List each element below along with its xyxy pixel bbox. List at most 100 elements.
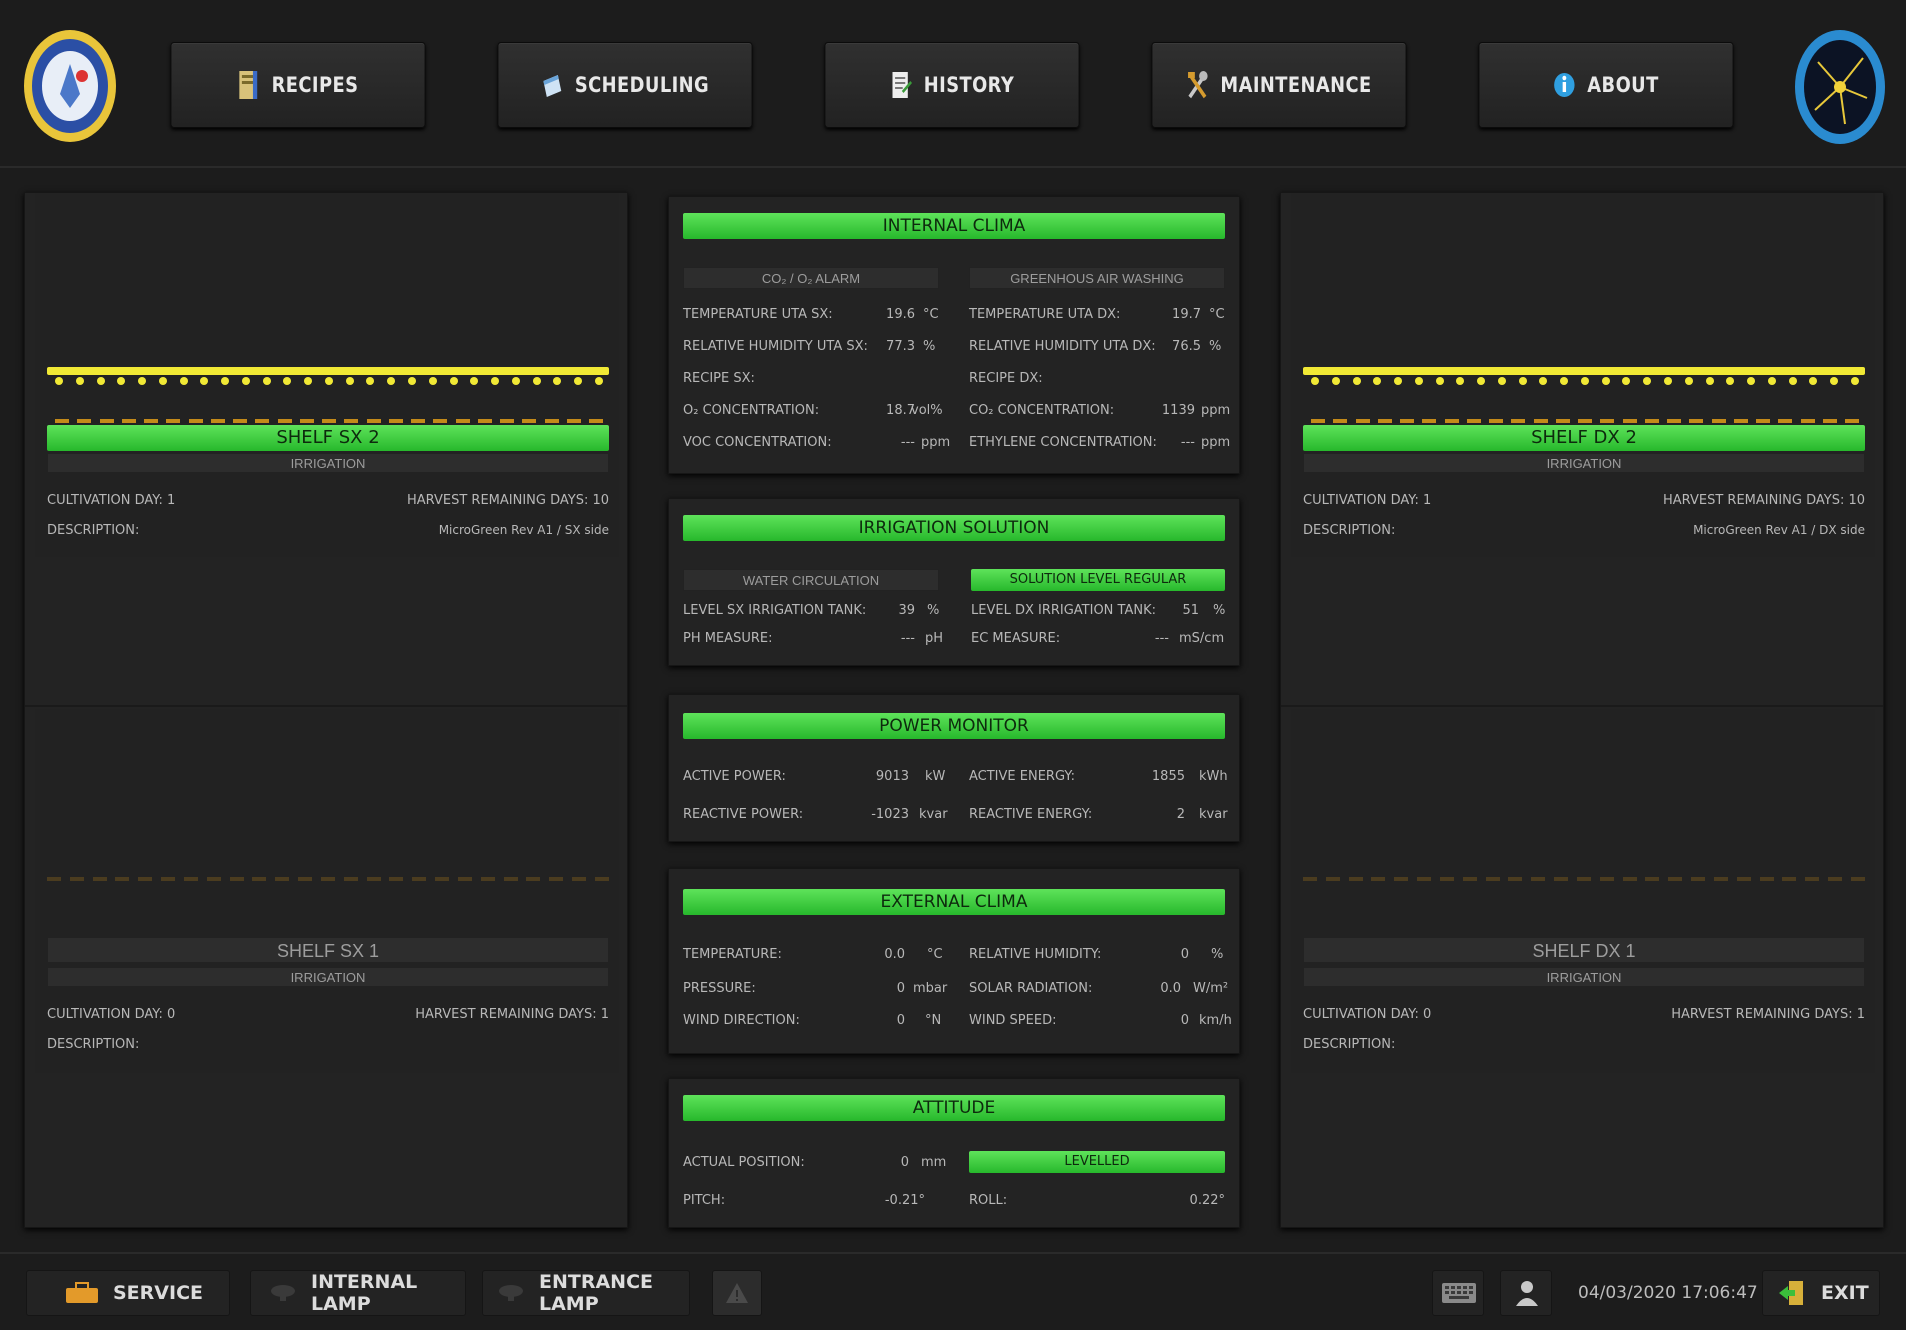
nav-maintenance-button[interactable]: MAINTENANCE	[1151, 42, 1407, 128]
ic-left-value-1: 77.3	[886, 339, 915, 354]
ic-right-label-0: TEMPERATURE UTA DX:	[969, 307, 1121, 322]
pm-left-value-0: 9013	[875, 769, 909, 784]
is-right-unit-1: mS/cm	[1179, 631, 1225, 646]
ec-right-unit-0: %	[1211, 947, 1224, 962]
pm-left-label-1: REACTIVE POWER:	[683, 807, 804, 822]
ic-right-unit-1: %	[1209, 339, 1222, 354]
nav-recipes-button[interactable]: RECIPES	[170, 42, 426, 128]
is-right-value-1: ---	[1154, 631, 1169, 646]
ec-right-unit-1: W/m²	[1193, 981, 1229, 996]
entrance-lamp-button[interactable]: ENTRANCE LAMP	[482, 1270, 690, 1316]
irrigation-solution-panel: IRRIGATION SOLUTION WATER CIRCULATION SO…	[668, 498, 1240, 666]
shelf-sx2-description-label: DESCRIPTION:	[47, 523, 140, 538]
warning-button[interactable]	[712, 1270, 762, 1316]
shelf-dx1-description-label: DESCRIPTION:	[1303, 1037, 1396, 1052]
shelf-dx2-irrigation-bar[interactable]: IRRIGATION	[1303, 453, 1865, 473]
warning-icon	[725, 1281, 749, 1305]
ic-right-label-1: RELATIVE HUMIDITY UTA DX:	[969, 339, 1156, 354]
power-monitor-panel: POWER MONITOR ACTIVE POWER: 9013 kW REAC…	[668, 694, 1240, 842]
ec-left-value-1: 0	[896, 981, 905, 996]
nav-history-label: HISTORY	[923, 73, 1015, 97]
right-shelves-panel: SHELF DX 2 IRRIGATION CULTIVATION DAY: 1…	[1280, 192, 1884, 1228]
ic-right-unit-3: ppm	[1201, 403, 1231, 418]
ic-left-unit-4: ppm	[921, 435, 951, 450]
shelf-sx2-section: SHELF SX 2 IRRIGATION CULTIVATION DAY: 1…	[35, 193, 619, 557]
left-panel-mid-divider	[25, 705, 627, 707]
plant-tray-row	[47, 877, 609, 881]
ec-left-value-0: 0.0	[884, 947, 905, 962]
shelf-sx2-irrigation-bar[interactable]: IRRIGATION	[47, 453, 609, 473]
recipe-book-icon	[238, 69, 260, 101]
shelf-dx1-section: SHELF DX 1 IRRIGATION CULTIVATION DAY: 0…	[1291, 709, 1875, 1073]
water-circulation-indicator: WATER CIRCULATION	[683, 569, 939, 591]
shelf-sx2-title-bar[interactable]: SHELF SX 2	[47, 425, 609, 451]
roll-value: 0.22°	[1189, 1193, 1225, 1208]
ec-right-label-0: RELATIVE HUMIDITY:	[969, 947, 1102, 962]
shelf-sx2-harvest-days: HARVEST REMAINING DAYS: 10	[406, 493, 609, 508]
ic-right-unit-4: ppm	[1201, 435, 1231, 450]
left-logo-seal	[22, 28, 118, 144]
shelf-dx1-title-bar[interactable]: SHELF DX 1	[1303, 937, 1865, 963]
greenhouse-air-washing-indicator: GREENHOUS AIR WASHING	[969, 267, 1225, 289]
lamp-icon	[269, 1283, 297, 1303]
keyboard-icon	[1441, 1280, 1477, 1306]
tools-icon	[1186, 69, 1208, 101]
ec-left-unit-2: °N	[925, 1013, 942, 1028]
service-button[interactable]: SERVICE	[26, 1270, 230, 1316]
right-logo-seal	[1793, 28, 1887, 146]
shelf-dx2-harvest-days: HARVEST REMAINING DAYS: 10	[1662, 493, 1865, 508]
ec-left-label-2: WIND DIRECTION:	[683, 1013, 800, 1028]
nav-scheduling-label: SCHEDULING	[574, 73, 710, 97]
pm-right-value-1: 2	[1176, 807, 1185, 822]
internal-lamp-button[interactable]: INTERNAL LAMP	[250, 1270, 466, 1316]
plant-tray-row	[55, 419, 603, 423]
shelf-dx2-title-bar[interactable]: SHELF DX 2	[1303, 425, 1865, 451]
shelf-sx1-harvest-days: HARVEST REMAINING DAYS: 1	[415, 1007, 609, 1022]
external-clima-title: EXTERNAL CLIMA	[683, 889, 1225, 915]
internal-clima-panel: INTERNAL CLIMA CO₂ / O₂ ALARM GREENHOUS …	[668, 196, 1240, 474]
shelf-dx1-irrigation-bar[interactable]: IRRIGATION	[1303, 967, 1865, 987]
ec-right-value-1: 0.0	[1160, 981, 1181, 996]
exit-button[interactable]: EXIT	[1762, 1270, 1880, 1316]
pm-right-unit-1: kvar	[1199, 807, 1228, 822]
shelf-dx2-cultivation-day: CULTIVATION DAY: 1	[1303, 493, 1432, 508]
nav-history-button[interactable]: HISTORY	[824, 42, 1080, 128]
ec-right-value-0: 0	[1180, 947, 1189, 962]
is-left-label-1: PH MEASURE:	[683, 631, 773, 646]
shelf-sx1-irrigation-bar[interactable]: IRRIGATION	[47, 967, 609, 987]
ec-left-unit-1: mbar	[913, 981, 948, 996]
plant-tray-row	[1311, 419, 1859, 423]
pm-right-label-0: ACTIVE ENERGY:	[969, 769, 1075, 784]
toolbox-icon	[65, 1282, 99, 1304]
schedule-icon	[541, 69, 563, 101]
attitude-panel: ATTITUDE ACTUAL POSITION: 0 mm LEVELLED …	[668, 1078, 1240, 1228]
shelf-dx2-description-value: MicroGreen Rev A1 / DX side	[1693, 523, 1865, 537]
shelf-dx2-description-label: DESCRIPTION:	[1303, 523, 1396, 538]
grow-lamp-bar	[47, 367, 609, 375]
attitude-title: ATTITUDE	[683, 1095, 1225, 1121]
nav-about-button[interactable]: ABOUT	[1478, 42, 1734, 128]
ic-right-value-3: 1139	[1161, 403, 1195, 418]
shelf-sx2-description-value: MicroGreen Rev A1 / SX side	[438, 523, 609, 537]
irrigation-solution-title: IRRIGATION SOLUTION	[683, 515, 1225, 541]
shelf-sx1-title-bar[interactable]: SHELF SX 1	[47, 937, 609, 963]
entrance-lamp-label: ENTRANCE LAMP	[539, 1271, 653, 1315]
actual-position-unit: mm	[921, 1155, 947, 1170]
keyboard-button[interactable]	[1432, 1270, 1484, 1316]
pm-left-unit-0: kW	[925, 769, 946, 784]
ic-right-label-3: CO₂ CONCENTRATION:	[969, 403, 1115, 418]
grow-lamp-bar	[1303, 367, 1865, 375]
solution-level-indicator: SOLUTION LEVEL REGULAR	[971, 569, 1225, 591]
user-login-button[interactable]	[1500, 1270, 1552, 1316]
footer-divider	[0, 1252, 1906, 1254]
pm-right-unit-0: kWh	[1199, 769, 1228, 784]
ec-left-value-2: 0	[896, 1013, 905, 1028]
ic-right-value-0: 19.7	[1172, 307, 1201, 322]
is-right-value-0: 51	[1182, 603, 1199, 618]
shelf-dx1-cultivation-day: CULTIVATION DAY: 0	[1303, 1007, 1432, 1022]
is-left-label-0: LEVEL SX IRRIGATION TANK:	[683, 603, 867, 618]
nav-scheduling-button[interactable]: SCHEDULING	[497, 42, 753, 128]
pitch-value: -0.21°	[884, 1193, 925, 1208]
ec-right-value-2: 0	[1180, 1013, 1189, 1028]
nav-maintenance-label: MAINTENANCE	[1220, 73, 1372, 97]
